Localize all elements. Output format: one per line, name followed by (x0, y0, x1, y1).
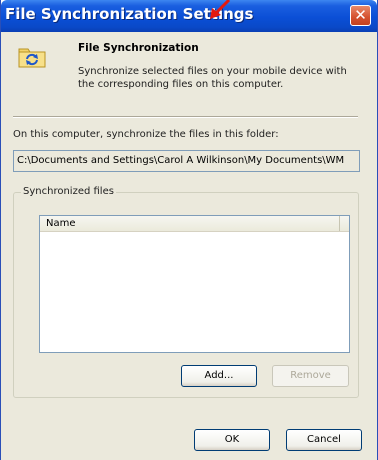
cancel-button[interactable]: Cancel (286, 429, 362, 451)
close-button[interactable]: ✕ (350, 5, 371, 26)
dialog-body: File Synchronization Synchronize selecte… (1, 32, 377, 460)
folder-path-field[interactable]: C:\Documents and Settings\Carol A Wilkin… (13, 150, 360, 172)
folder-label: On this computer, synchronize the files … (13, 129, 279, 140)
column-header-name[interactable]: Name (40, 216, 340, 231)
add-button[interactable]: Add... (181, 365, 257, 387)
annotation-arrow-icon (210, 0, 231, 19)
settings-dialog: File Synchronization Settings ✕ File Syn… (0, 0, 378, 460)
remove-button[interactable]: Remove (272, 365, 349, 387)
title-bar[interactable]: File Synchronization Settings ✕ (1, 0, 377, 32)
ok-button[interactable]: OK (194, 429, 270, 451)
dialog-description: Synchronize selected files on your mobil… (78, 66, 347, 90)
synchronized-files-list[interactable]: Name (39, 215, 350, 353)
folder-sync-icon (18, 48, 46, 68)
list-header: Name (40, 216, 349, 232)
divider (13, 116, 358, 118)
group-title: Synchronized files (21, 186, 116, 197)
dialog-heading: File Synchronization (78, 42, 199, 54)
close-icon: ✕ (354, 6, 367, 24)
